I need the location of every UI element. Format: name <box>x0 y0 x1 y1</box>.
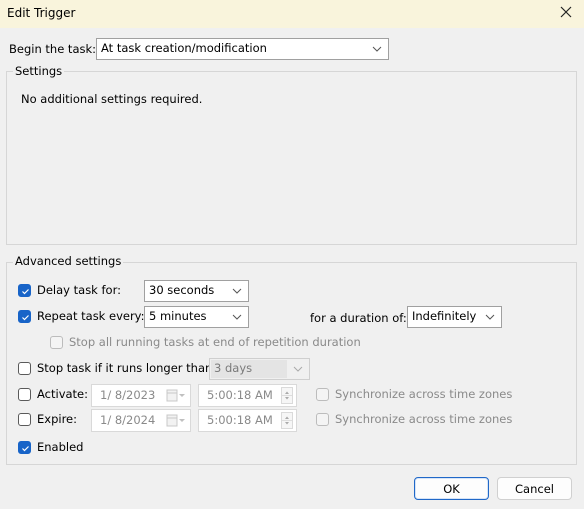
repeat-task-value: 5 minutes <box>149 309 207 323</box>
advanced-settings-title: Advanced settings <box>13 254 124 268</box>
activate-time-picker[interactable]: 5:00:18 AM <box>198 384 297 407</box>
expire-sync-checkbox[interactable] <box>316 413 329 426</box>
activate-date-value: 1/ 8/2023 <box>100 388 156 402</box>
begin-task-label: Begin the task: <box>9 42 97 56</box>
repeat-task-dropdown[interactable]: 5 minutes <box>144 306 249 328</box>
expire-time-value: 5:00:18 AM <box>207 413 273 427</box>
begin-task-value: At task creation/modification <box>101 41 267 55</box>
duration-value: Indefinitely <box>412 309 477 323</box>
duration-label: for a duration of: <box>310 311 407 325</box>
expire-sync-label: Synchronize across time zones <box>335 412 513 426</box>
begin-task-dropdown[interactable]: At task creation/modification <box>96 38 389 60</box>
chevron-down-icon <box>485 314 495 320</box>
calendar-dropdown-icon <box>166 389 185 402</box>
stop-all-running-label: Stop all running tasks at end of repetit… <box>69 335 361 349</box>
chevron-down-icon <box>232 314 242 320</box>
chevron-down-icon <box>293 366 303 372</box>
delay-task-value: 30 seconds <box>149 283 215 297</box>
settings-message: No additional settings required. <box>21 92 203 106</box>
repeat-task-checkbox[interactable] <box>18 310 31 323</box>
stop-task-longer-checkbox[interactable] <box>18 362 31 375</box>
title-bar: Edit Trigger <box>0 0 584 28</box>
time-spinner[interactable] <box>281 412 293 429</box>
delay-task-checkbox[interactable] <box>18 284 31 297</box>
expire-checkbox[interactable] <box>18 413 31 426</box>
stop-task-longer-label: Stop task if it runs longer than: <box>37 361 217 375</box>
chevron-down-icon <box>232 288 242 294</box>
expire-label: Expire: <box>37 412 77 426</box>
settings-group-title: Settings <box>13 64 65 78</box>
expire-date-picker[interactable]: 1/ 8/2024 <box>91 409 191 432</box>
activate-label: Activate: <box>37 387 89 401</box>
window-title: Edit Trigger <box>7 6 76 20</box>
enabled-label: Enabled <box>37 440 84 454</box>
duration-dropdown[interactable]: Indefinitely <box>407 306 502 328</box>
time-spinner[interactable] <box>281 387 293 404</box>
enabled-checkbox[interactable] <box>18 441 31 454</box>
delay-task-label: Delay task for: <box>37 283 121 297</box>
activate-sync-label: Synchronize across time zones <box>335 387 513 401</box>
stop-task-longer-value: 3 days <box>214 361 253 375</box>
cancel-button[interactable]: Cancel <box>497 477 572 500</box>
activate-sync-checkbox[interactable] <box>316 388 329 401</box>
expire-time-picker[interactable]: 5:00:18 AM <box>198 409 297 432</box>
repeat-task-label: Repeat task every: <box>37 309 145 323</box>
activate-checkbox[interactable] <box>18 388 31 401</box>
activate-time-value: 5:00:18 AM <box>207 388 273 402</box>
expire-date-value: 1/ 8/2024 <box>100 413 156 427</box>
checkmark-icon <box>22 315 29 321</box>
stop-all-running-checkbox[interactable] <box>50 336 63 349</box>
checkmark-icon <box>22 446 29 452</box>
spinner-arrows-icon <box>282 416 292 425</box>
ok-button[interactable]: OK <box>414 477 489 500</box>
calendar-dropdown-icon <box>166 414 185 427</box>
checkmark-icon <box>22 289 29 295</box>
close-icon[interactable] <box>558 4 574 22</box>
spinner-arrows-icon <box>282 391 292 400</box>
stop-task-longer-dropdown[interactable]: 3 days <box>209 358 310 380</box>
delay-task-dropdown[interactable]: 30 seconds <box>144 280 249 302</box>
chevron-down-icon <box>372 46 382 52</box>
activate-date-picker[interactable]: 1/ 8/2023 <box>91 384 191 407</box>
